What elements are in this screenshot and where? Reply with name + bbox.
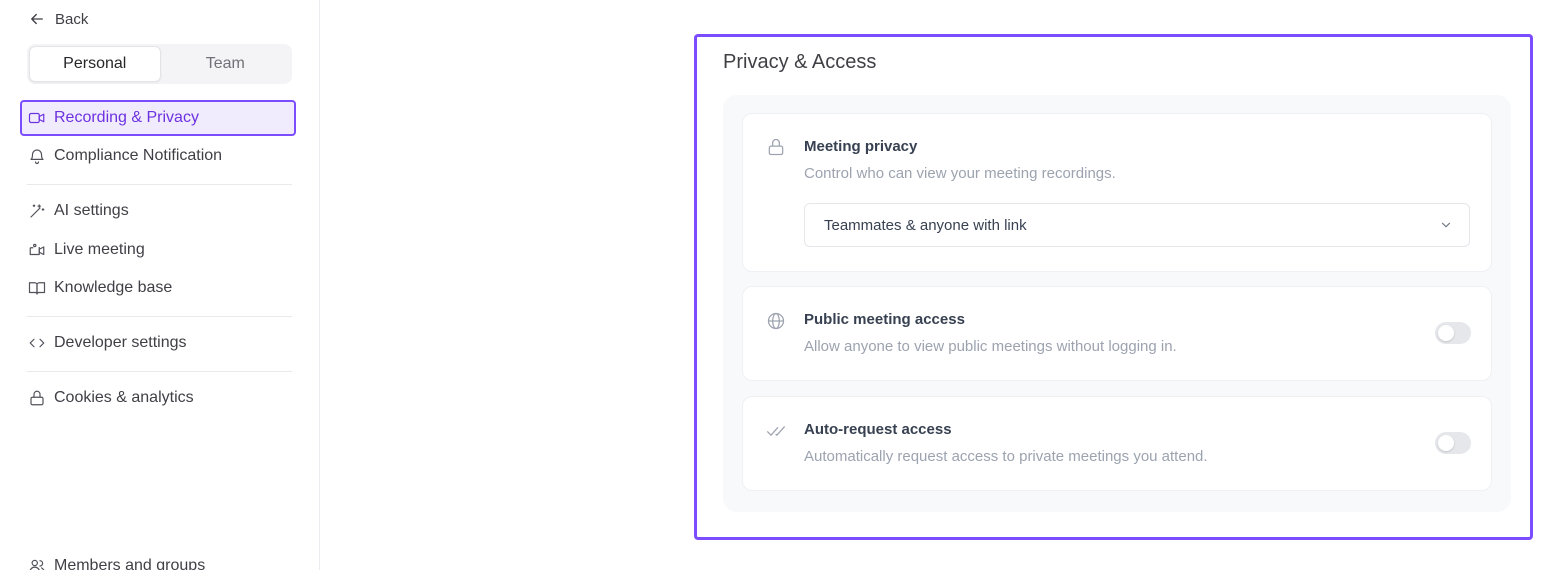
code-icon — [27, 334, 46, 353]
setting-description: Allow anyone to view public meetings wit… — [804, 338, 1177, 355]
settings-sidebar: Back Personal Team Recording & Privacy C… — [0, 0, 320, 570]
auto-request-access-card: Auto-request access Automatically reques… — [742, 396, 1492, 491]
magic-wand-icon — [27, 202, 46, 221]
select-value: Teammates & anyone with link — [824, 216, 1027, 234]
book-open-icon — [27, 279, 46, 298]
users-icon — [27, 557, 46, 570]
public-meeting-access-card: Public meeting access Allow anyone to vi… — [742, 286, 1492, 381]
sidebar-item-cookies-analytics[interactable]: Cookies & analytics — [20, 380, 296, 416]
sidebar-item-label: Live meeting — [54, 241, 145, 258]
auto-request-access-toggle[interactable] — [1435, 432, 1471, 454]
sidebar-item-label: Recording & Privacy — [54, 109, 199, 126]
meeting-privacy-card: Meeting privacy Control who can view you… — [742, 113, 1492, 272]
meeting-privacy-select[interactable]: Teammates & anyone with link — [804, 203, 1470, 247]
back-button[interactable]: Back — [28, 8, 88, 30]
globe-icon — [765, 310, 787, 332]
setting-title: Public meeting access — [804, 311, 965, 328]
sidebar-divider — [27, 184, 292, 185]
live-video-icon — [27, 241, 46, 260]
video-icon — [27, 109, 46, 128]
sidebar-item-recording-privacy[interactable]: Recording & Privacy — [20, 100, 296, 136]
sidebar-item-knowledge-base[interactable]: Knowledge base — [20, 270, 296, 306]
toggle-knob — [1438, 435, 1454, 451]
setting-title: Meeting privacy — [804, 138, 918, 155]
settings-group: Meeting privacy Control who can view you… — [723, 95, 1511, 512]
setting-description: Control who can view your meeting record… — [804, 165, 1116, 182]
bell-icon — [27, 147, 46, 166]
sidebar-item-members-groups[interactable]: Members and groups — [20, 548, 296, 570]
privacy-access-panel: Privacy & Access Meeting privacy Control… — [694, 34, 1533, 540]
public-meeting-access-toggle[interactable] — [1435, 322, 1471, 344]
lock-icon — [765, 136, 787, 158]
sidebar-item-label: AI settings — [54, 202, 129, 219]
double-check-icon — [765, 420, 787, 442]
sidebar-item-label: Developer settings — [54, 334, 187, 351]
sidebar-item-developer-settings[interactable]: Developer settings — [20, 325, 296, 361]
sidebar-item-label: Cookies & analytics — [54, 389, 194, 406]
section-title: Privacy & Access — [723, 51, 877, 73]
sidebar-item-label: Knowledge base — [54, 279, 173, 296]
setting-title: Auto-request access — [804, 421, 952, 438]
lock-icon — [27, 389, 46, 408]
arrow-left-icon — [31, 13, 43, 25]
setting-description: Automatically request access to private … — [804, 448, 1208, 465]
sidebar-item-label: Members and groups — [54, 557, 206, 570]
back-label: Back — [55, 10, 89, 28]
sidebar-item-label: Compliance Notification — [54, 147, 223, 164]
sidebar-item-live-meeting[interactable]: Live meeting — [20, 232, 296, 268]
sidebar-divider — [27, 371, 292, 372]
sidebar-item-compliance-notification[interactable]: Compliance Notification — [20, 138, 296, 174]
toggle-knob — [1438, 325, 1454, 341]
sidebar-item-ai-settings[interactable]: AI settings — [20, 193, 296, 229]
chevron-down-icon — [1441, 222, 1451, 228]
sidebar-divider — [27, 316, 292, 317]
scope-switcher: Personal Team — [27, 44, 292, 84]
tab-personal[interactable]: Personal — [29, 46, 161, 82]
tab-team[interactable]: Team — [161, 46, 291, 82]
